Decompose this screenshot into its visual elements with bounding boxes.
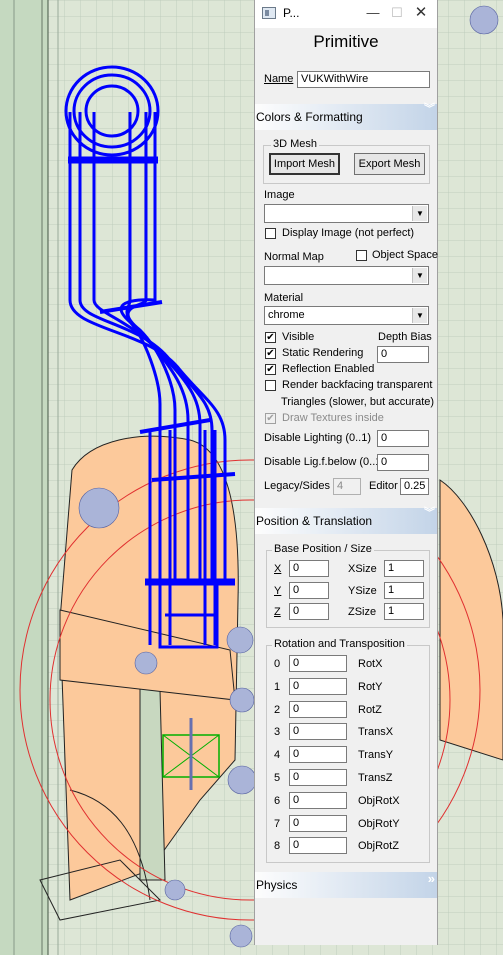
depth-bias-input[interactable]: 0 — [377, 346, 429, 363]
rotation-row-input[interactable]: 0 — [289, 791, 347, 809]
rotation-title: Rotation and Transposition — [272, 638, 407, 650]
rotation-row-label: ObjRotX — [358, 794, 400, 807]
panel-heading: Primitive — [313, 32, 379, 51]
rotation-row-index: 0 — [274, 658, 281, 670]
y-label: Y — [274, 585, 282, 597]
disable-lighting-input[interactable]: 0 — [377, 430, 429, 447]
left-wall — [0, 0, 48, 955]
rotation-row-index: 5 — [274, 772, 281, 784]
section-physics[interactable]: Physics » — [255, 872, 437, 898]
collapse-icon[interactable]: ︾ — [424, 508, 435, 519]
rotation-row-input[interactable]: 0 — [289, 723, 347, 741]
collapse-icon[interactable]: ︾ — [424, 104, 435, 115]
chevron-down-icon[interactable]: ▼ — [412, 308, 427, 323]
legacy-sides-label: Legacy/Sides — [264, 480, 331, 492]
ysize-input[interactable]: 1 — [384, 582, 424, 599]
rotation-row-index: 6 — [274, 794, 281, 807]
rotation-row-input[interactable]: 0 — [289, 700, 347, 718]
static-rendering-label: Static Rendering — [282, 347, 364, 359]
zsize-input[interactable]: 1 — [384, 603, 424, 620]
static-rendering-checkbox[interactable]: ✔ — [265, 348, 276, 359]
mesh-group-title: 3D Mesh — [271, 138, 320, 150]
section-physics-label: Physics — [256, 878, 298, 892]
rotation-row-input[interactable]: 0 — [289, 814, 347, 832]
reflection-checkbox[interactable]: ✔ — [265, 364, 276, 375]
export-mesh-button[interactable]: Export Mesh — [354, 153, 425, 175]
z-label: Z — [274, 606, 281, 618]
image-select[interactable]: ▼ — [264, 204, 429, 223]
visible-checkbox[interactable]: ✔ — [265, 332, 276, 343]
object-space-checkbox[interactable] — [356, 250, 367, 261]
display-image-checkbox[interactable] — [265, 228, 276, 239]
properties-panel: P... — ☐ ✕ Primitive Name VUKWithWire Co… — [254, 0, 438, 945]
editor-label: Editor — [369, 480, 398, 492]
disable-below-label: Disable Lig.f.below (0..1 — [264, 456, 382, 468]
xsize-label: XSize — [348, 563, 377, 575]
rotation-row-index: 2 — [274, 703, 281, 716]
rotation-row-input[interactable]: 0 — [289, 769, 347, 786]
backfacing-label: Render backfacing transparent — [282, 379, 433, 391]
disable-lighting-label: Disable Lighting (0..1) — [264, 432, 372, 444]
material-value: chrome — [268, 309, 305, 321]
material-label: Material — [264, 292, 304, 304]
material-select[interactable]: chrome ▼ — [264, 306, 429, 325]
rotation-row-index: 3 — [274, 726, 281, 739]
rotation-row-label: TransZ — [358, 772, 393, 784]
rotation-row-label: RotZ — [358, 703, 382, 716]
rotation-row-input[interactable]: 0 — [289, 677, 347, 695]
image-label: Image — [264, 189, 295, 201]
app-icon — [262, 7, 276, 19]
minimize-button[interactable]: — — [362, 3, 384, 23]
y-input[interactable]: 0 — [289, 582, 329, 599]
rotation-row-label: TransX — [358, 726, 394, 739]
rotation-row-label: ObjRotY — [358, 817, 400, 830]
section-position-translation[interactable]: Position & Translation ︾ — [255, 508, 437, 534]
disable-below-input[interactable]: 0 — [377, 454, 429, 471]
base-position-title: Base Position / Size — [272, 543, 374, 555]
chevron-down-icon[interactable]: ▼ — [412, 268, 427, 283]
normal-map-select[interactable]: ▼ — [264, 266, 429, 285]
normal-map-label: Normal Map — [264, 251, 324, 263]
import-mesh-button[interactable]: Import Mesh — [269, 153, 340, 175]
visible-label: Visible — [282, 331, 315, 343]
title-bar[interactable]: P... — ☐ ✕ — [255, 0, 437, 28]
rotation-row-input[interactable]: 0 — [289, 746, 347, 764]
xsize-input[interactable]: 1 — [384, 560, 424, 577]
rotation-row-label: RotX — [358, 658, 383, 670]
section-position-label: Position & Translation — [256, 514, 373, 528]
display-image-label: Display Image (not perfect) — [282, 227, 415, 239]
window-title: P... — [283, 6, 300, 20]
draw-textures-checkbox: ✔ — [265, 413, 276, 424]
object-space-label: Object Space — [372, 249, 439, 261]
reflection-label: Reflection Enabled — [282, 363, 375, 375]
rotation-row-label: TransY — [358, 749, 394, 762]
zsize-label: ZSize — [348, 606, 377, 618]
rotation-row-index: 1 — [274, 680, 281, 693]
triangles-note: Triangles (slower, but accurate) — [281, 396, 435, 408]
rotation-row-index: 8 — [274, 840, 281, 853]
draw-textures-label: Draw Textures inside — [282, 412, 384, 424]
expand-icon[interactable]: » — [428, 872, 435, 885]
depth-bias-label: Depth Bias — [378, 331, 432, 343]
rotation-row-label: ObjRotZ — [358, 840, 399, 853]
rotation-row-input[interactable]: 0 — [289, 655, 347, 672]
section-colors-label: Colors & Formatting — [256, 110, 363, 124]
x-label: X — [274, 563, 282, 575]
rotation-row-index: 7 — [274, 817, 281, 830]
chevron-down-icon[interactable]: ▼ — [412, 206, 427, 221]
name-input[interactable]: VUKWithWire — [297, 71, 430, 88]
name-label: Name — [264, 73, 294, 85]
rotation-row-input[interactable]: 0 — [289, 837, 347, 855]
editor-input[interactable]: 0.25 — [400, 478, 429, 495]
rotation-row-label: RotY — [358, 680, 383, 693]
x-input[interactable]: 0 — [289, 560, 329, 577]
ysize-label: YSize — [348, 585, 377, 597]
backfacing-checkbox[interactable] — [265, 380, 276, 391]
section-colors-formatting[interactable]: Colors & Formatting ︾ — [255, 104, 437, 130]
legacy-sides-input: 4 — [333, 478, 361, 495]
z-input[interactable]: 0 — [289, 603, 329, 620]
close-button[interactable]: ✕ — [410, 3, 432, 23]
maximize-button[interactable]: ☐ — [386, 3, 408, 23]
rotation-row-index: 4 — [274, 749, 281, 762]
